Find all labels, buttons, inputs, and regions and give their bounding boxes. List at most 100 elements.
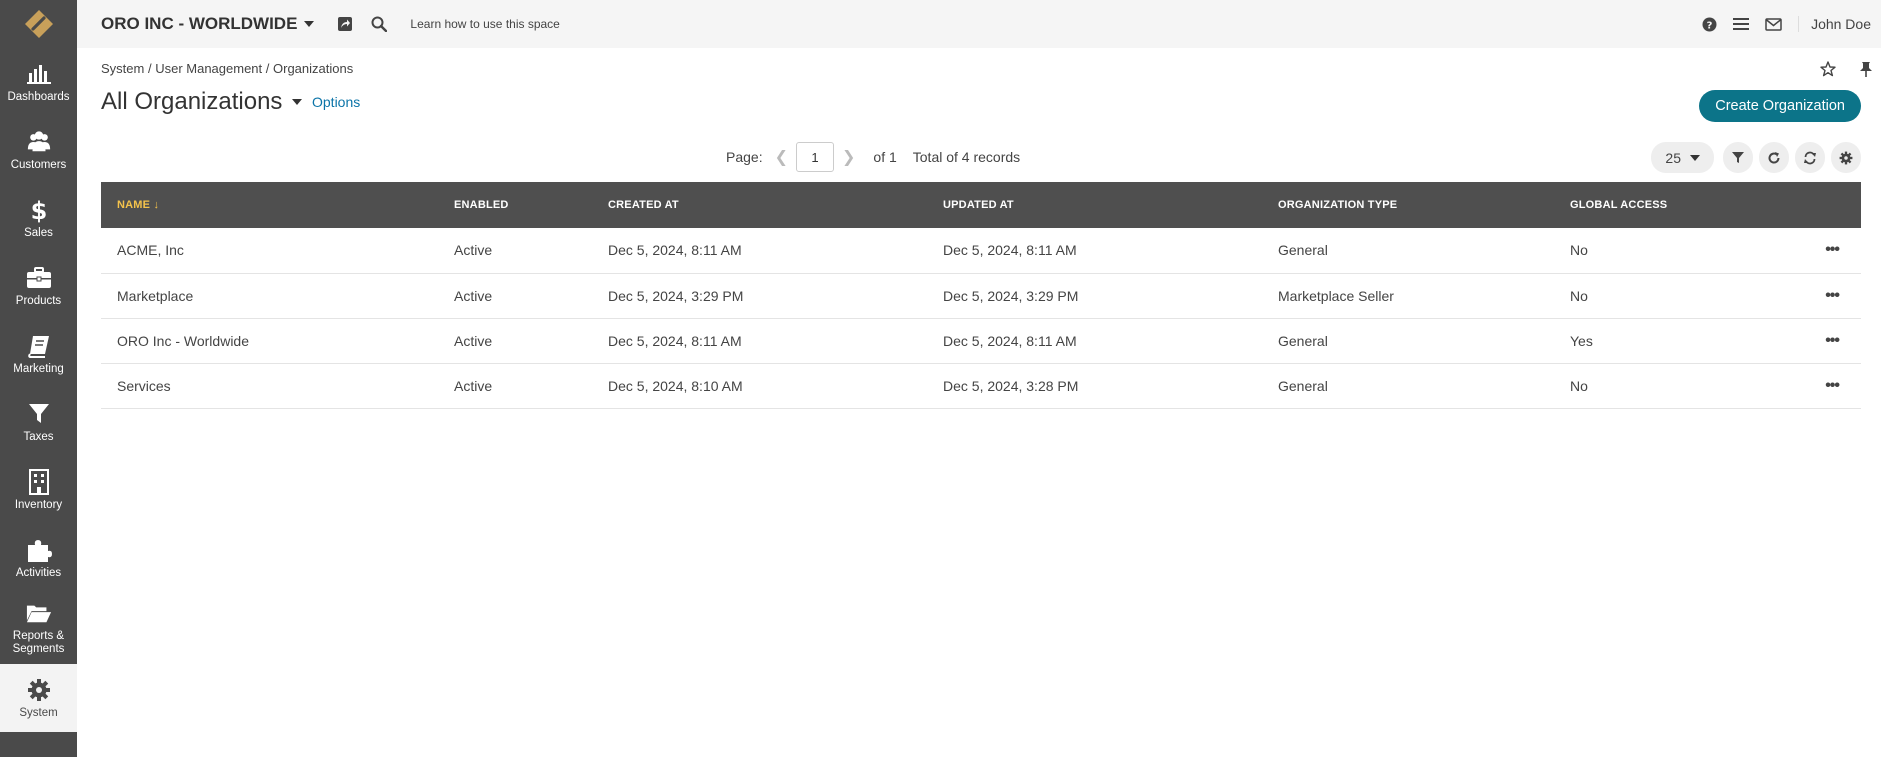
row-actions-ellipsis-icon[interactable]: ••• <box>1754 363 1861 409</box>
sidebar-item-inventory[interactable]: Inventory <box>0 456 77 524</box>
dollar-icon: $ <box>26 197 52 223</box>
refresh-button[interactable] <box>1795 142 1825 173</box>
puzzle-icon <box>26 537 52 563</box>
cell-global-access: No <box>1554 363 1754 409</box>
pagination: Page: ❮ ❯ of 1 Total of 4 records <box>726 142 1020 172</box>
filter-toggle-button[interactable] <box>1723 142 1753 173</box>
page-size-value: 25 <box>1665 149 1681 166</box>
cell-organization-type: General <box>1262 363 1554 409</box>
table-row[interactable]: Marketplace Active Dec 5, 2024, 3:29 PM … <box>101 273 1861 319</box>
page-label: Page: <box>726 149 763 165</box>
sidebar-item-label: Customers <box>10 158 67 171</box>
search-icon[interactable] <box>368 13 390 35</box>
bar-chart-icon <box>26 61 52 87</box>
top-right-tools: ? John Doe <box>1698 13 1871 35</box>
grid-settings-button[interactable] <box>1831 142 1861 173</box>
column-header-enabled[interactable]: ENABLED <box>438 182 592 228</box>
cell-created-at: Dec 5, 2024, 8:11 AM <box>592 228 927 274</box>
row-actions-ellipsis-icon[interactable]: ••• <box>1754 273 1861 319</box>
reset-button[interactable] <box>1759 142 1789 173</box>
cell-name: ORO Inc - Worldwide <box>101 318 438 364</box>
column-header-updated-at[interactable]: UPDATED AT <box>927 182 1262 228</box>
chevron-down-icon <box>1690 154 1700 161</box>
organization-name: ORO INC - WORLDWIDE <box>101 14 298 33</box>
mail-icon[interactable] <box>1762 13 1784 35</box>
briefcase-icon <box>26 265 52 291</box>
learn-link[interactable]: Learn how to use this space <box>410 17 559 31</box>
sidebar-item-reports-segments[interactable]: Reports & Segments <box>0 592 77 664</box>
cell-name: Marketplace <box>101 273 438 319</box>
table-row[interactable]: ORO Inc - Worldwide Active Dec 5, 2024, … <box>101 318 1861 364</box>
cell-enabled: Active <box>438 318 592 364</box>
chevron-down-icon <box>304 21 315 27</box>
sidebar-item-dashboards[interactable]: Dashboards <box>0 48 77 116</box>
sidebar-item-customers[interactable]: Customers <box>0 116 77 184</box>
cell-enabled: Active <box>438 228 592 274</box>
cell-updated-at: Dec 5, 2024, 8:11 AM <box>927 228 1262 274</box>
sidebar-item-marketing[interactable]: Marketing <box>0 320 77 388</box>
sidebar-item-label: Dashboards <box>7 90 70 103</box>
organizations-table: NAME ↓ ENABLED CREATED AT UPDATED AT ORG… <box>101 182 1861 409</box>
top-bar: ORO INC - WORLDWIDE Learn how to use thi… <box>77 0 1881 48</box>
breadcrumb-item[interactable]: System <box>101 61 144 76</box>
organization-switcher[interactable]: ORO INC - WORLDWIDE <box>101 14 315 34</box>
cell-name: ACME, Inc <box>101 228 438 274</box>
breadcrumb-item[interactable]: User Management <box>155 61 262 76</box>
page-size-select[interactable]: 25 <box>1651 142 1714 173</box>
chevron-left-icon[interactable]: ❮ <box>775 147 788 167</box>
pin-icon[interactable] <box>1855 58 1877 80</box>
menu-icon[interactable] <box>1730 13 1752 35</box>
cell-created-at: Dec 5, 2024, 8:11 AM <box>592 318 927 364</box>
row-actions-ellipsis-icon[interactable]: ••• <box>1754 228 1861 274</box>
sidebar-item-products[interactable]: Products <box>0 252 77 320</box>
cell-organization-type: Marketplace Seller <box>1262 273 1554 319</box>
grid-toolbar: 25 <box>1651 142 1861 173</box>
star-icon[interactable] <box>1817 58 1839 80</box>
table-row[interactable]: Services Active Dec 5, 2024, 8:10 AM Dec… <box>101 363 1861 409</box>
column-header-organization-type[interactable]: ORGANIZATION TYPE <box>1262 182 1554 228</box>
gear-icon <box>1839 151 1853 164</box>
filter-icon <box>26 401 52 427</box>
sidebar-item-system[interactable]: System <box>0 664 77 732</box>
reset-icon <box>1768 151 1780 164</box>
page-corner-tools <box>1817 58 1877 80</box>
share-icon[interactable] <box>334 13 356 35</box>
row-actions-ellipsis-icon[interactable]: ••• <box>1754 318 1861 364</box>
oro-logo[interactable] <box>0 0 77 48</box>
sidebar-item-label: Reports & Segments <box>12 630 65 655</box>
chevron-right-icon[interactable]: ❯ <box>842 147 855 167</box>
cell-enabled: Active <box>438 363 592 409</box>
total-records: Total of 4 records <box>912 149 1021 165</box>
sidebar-item-label: System <box>19 706 58 719</box>
help-icon[interactable]: ? <box>1698 13 1720 35</box>
column-header-name[interactable]: NAME ↓ <box>101 182 438 228</box>
sidebar-item-taxes[interactable]: Taxes <box>0 388 77 456</box>
page-title[interactable]: All Organizations <box>101 88 303 116</box>
users-icon <box>26 129 52 155</box>
table-row[interactable]: ACME, Inc Active Dec 5, 2024, 8:11 AM De… <box>101 228 1861 274</box>
cell-organization-type: General <box>1262 228 1554 274</box>
cell-enabled: Active <box>438 273 592 319</box>
column-header-created-at[interactable]: CREATED AT <box>592 182 927 228</box>
breadcrumb: System / User Management / Organizations <box>101 61 353 76</box>
column-header-actions <box>1754 182 1861 228</box>
user-menu[interactable]: John Doe <box>1798 16 1871 32</box>
filter-icon <box>1732 151 1744 163</box>
page-number-input[interactable] <box>796 142 834 172</box>
sidebar-item-sales[interactable]: $ Sales <box>0 184 77 252</box>
sidebar-item-activities[interactable]: Activities <box>0 524 77 592</box>
sidebar-item-label: Inventory <box>14 498 63 511</box>
sidebar-item-label: Sales <box>24 226 53 239</box>
book-icon <box>26 333 52 359</box>
cell-updated-at: Dec 5, 2024, 3:28 PM <box>927 363 1262 409</box>
column-header-global-access[interactable]: GLOBAL ACCESS <box>1554 182 1754 228</box>
cell-updated-at: Dec 5, 2024, 3:29 PM <box>927 273 1262 319</box>
folder-open-icon <box>26 600 52 626</box>
sidebar: Dashboards Customers $ Sales Products Ma… <box>0 0 77 757</box>
refresh-icon <box>1804 151 1816 164</box>
create-organization-button[interactable]: Create Organization <box>1699 90 1861 122</box>
building-icon <box>26 468 52 495</box>
options-link[interactable]: Options <box>312 94 360 110</box>
cell-created-at: Dec 5, 2024, 3:29 PM <box>592 273 927 319</box>
breadcrumb-separator: / <box>265 61 274 76</box>
